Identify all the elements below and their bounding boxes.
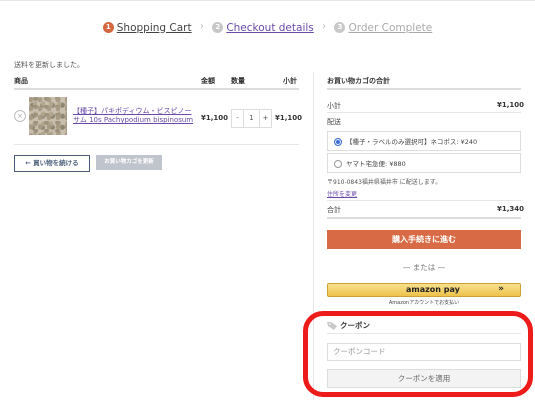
shipping-option-label: ヤマト宅急便: ¥880 bbox=[346, 160, 406, 168]
step-number: 2 bbox=[212, 22, 224, 33]
chevron-right-icon: › bbox=[199, 21, 204, 32]
totals-row-divider bbox=[327, 112, 521, 113]
step-label: Shopping Cart bbox=[116, 21, 192, 34]
item-price: ¥1,100 bbox=[201, 114, 229, 122]
highlight-annotation bbox=[303, 311, 533, 397]
table-header-divider bbox=[14, 88, 299, 90]
step-label: Order Complete bbox=[348, 21, 433, 34]
change-address-link[interactable]: 住所を変更 bbox=[327, 189, 357, 198]
totals-title: お買い物カゴの合計 bbox=[327, 77, 390, 85]
quantity-stepper: - 1 + bbox=[231, 109, 272, 128]
chevron-right-icon: › bbox=[322, 21, 327, 32]
subtotal-value: ¥1,100 bbox=[497, 101, 525, 109]
amazon-pay-caption: Amazonアカウントでお支払い bbox=[388, 300, 460, 306]
amazon-pay-logo: amazon pay bbox=[406, 285, 460, 294]
radio-unselected-icon bbox=[334, 160, 342, 168]
shipping-option-label: 【種子・ラベルのみ選択可】ネコポス: ¥240 bbox=[346, 138, 478, 146]
shipping-option-yamato[interactable]: ヤマト宅急便: ¥880 bbox=[327, 153, 521, 173]
step-label: Checkout details bbox=[226, 21, 314, 34]
checkout-steps: 1 Shopping Cart › 2 Checkout details › 3… bbox=[0, 20, 535, 34]
header-price: 金額 bbox=[201, 77, 215, 85]
double-chevron-right-icon: » bbox=[498, 284, 504, 294]
step-order-complete[interactable]: 3 Order Complete bbox=[334, 22, 432, 34]
radio-selected-icon bbox=[334, 138, 342, 146]
product-thumbnail[interactable] bbox=[29, 97, 67, 135]
totals-bottom-divider bbox=[327, 217, 521, 219]
shipping-label: 配送 bbox=[327, 118, 341, 126]
qty-minus-button[interactable]: - bbox=[232, 110, 243, 127]
subtotal-label: 小計 bbox=[327, 102, 341, 110]
totals-divider bbox=[327, 88, 521, 90]
ship-to-text: 〒910-0843福井県福井市 に配送します。 bbox=[327, 179, 442, 186]
notice-message: 送料を更新しました。 bbox=[14, 61, 84, 69]
item-subtotal: ¥1,100 bbox=[275, 114, 303, 122]
step-shopping-cart[interactable]: 1 Shopping Cart bbox=[102, 21, 192, 34]
qty-input[interactable]: 1 bbox=[243, 110, 260, 127]
continue-shopping-button[interactable]: ← 買い物を続ける bbox=[14, 155, 90, 172]
qty-plus-button[interactable]: + bbox=[260, 110, 271, 127]
header-quantity: 数量 bbox=[231, 77, 245, 85]
or-separator: — または — bbox=[402, 263, 446, 272]
totals-row-divider bbox=[327, 200, 521, 201]
header-subtotal: 小計 bbox=[283, 77, 297, 85]
total-value: ¥1,340 bbox=[497, 205, 525, 213]
step-number: 3 bbox=[334, 22, 346, 33]
header-product: 商品 bbox=[14, 77, 28, 85]
remove-item-icon[interactable]: × bbox=[14, 110, 26, 122]
update-cart-button[interactable]: お買い物カゴを更新 bbox=[96, 155, 162, 170]
amazon-pay-button[interactable]: amazon pay » bbox=[327, 283, 521, 297]
shipping-option-nekopos[interactable]: 【種子・ラベルのみ選択可】ネコポス: ¥240 bbox=[327, 131, 521, 151]
product-name-link[interactable]: 【種子】パキポディウム・ビスピノーサム 10s Pachypodium bisp… bbox=[73, 107, 195, 125]
proceed-to-checkout-button[interactable]: 購入手続きに進む bbox=[327, 230, 521, 249]
row-divider bbox=[14, 144, 299, 145]
step-number: 1 bbox=[102, 22, 114, 33]
step-checkout-details[interactable]: 2 Checkout details bbox=[212, 21, 314, 34]
total-label: 合計 bbox=[327, 206, 341, 214]
top-divider bbox=[0, 0, 535, 1]
